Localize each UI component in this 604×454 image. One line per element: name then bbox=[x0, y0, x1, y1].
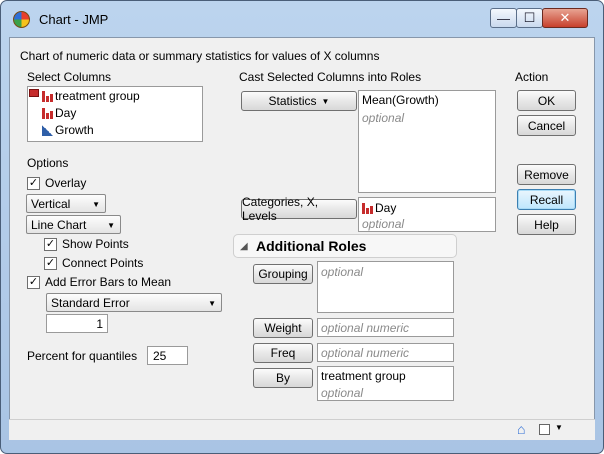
error-multiplier-input[interactable]: 1 bbox=[46, 314, 108, 333]
categories-button-label: Categories, X, Levels bbox=[242, 195, 319, 223]
freq-button[interactable]: Freq bbox=[253, 343, 313, 363]
close-icon: ✕ bbox=[559, 10, 571, 25]
checkbox-box: ✓ bbox=[27, 176, 40, 190]
maximize-button[interactable]: ☐ bbox=[516, 8, 543, 28]
quantiles-label: Percent for quantiles bbox=[27, 349, 138, 363]
help-button-label: Help bbox=[534, 217, 559, 232]
categories-optional-hint: optional bbox=[362, 217, 405, 231]
cast-roles-label: Cast Selected Columns into Roles bbox=[239, 70, 422, 84]
chart-dialog-window: Chart - JMP — ☐ ✕ Chart of numeric data … bbox=[0, 0, 604, 454]
statistics-role-list[interactable]: Mean(Growth) optional bbox=[358, 90, 496, 193]
checkbox-box: ✓ bbox=[27, 275, 40, 289]
by-optional-hint: optional bbox=[321, 386, 364, 400]
home-icon[interactable]: ⌂ bbox=[517, 421, 525, 437]
dropdown-arrow-icon: ▼ bbox=[321, 96, 330, 106]
statistics-optional-hint: optional bbox=[362, 111, 405, 125]
jmp-app-icon bbox=[13, 11, 30, 28]
categories-role-value[interactable]: Day bbox=[362, 201, 396, 215]
show-points-checkbox[interactable]: ✓ Show Points bbox=[44, 237, 129, 251]
maximize-icon: ☐ bbox=[523, 10, 536, 25]
additional-roles-header[interactable]: ◢ Additional Roles bbox=[233, 234, 457, 258]
cancel-button[interactable]: Cancel bbox=[517, 115, 576, 136]
weight-optional-hint: optional numeric bbox=[321, 321, 410, 335]
dropdown-arrow-icon: ▼ bbox=[208, 299, 216, 308]
options-label: Options bbox=[27, 156, 69, 170]
column-name: Growth bbox=[55, 123, 94, 137]
error-bars-checkbox[interactable]: ✓ Add Error Bars to Mean bbox=[27, 275, 171, 289]
column-item[interactable]: Growth bbox=[42, 123, 94, 137]
freq-optional-hint: optional numeric bbox=[321, 346, 410, 360]
freq-role-field[interactable]: optional numeric bbox=[317, 343, 454, 362]
column-name: treatment group bbox=[55, 89, 140, 103]
chart-type-select[interactable]: Line Chart ▼ bbox=[26, 215, 121, 234]
remove-button-label: Remove bbox=[524, 167, 569, 182]
continuous-column-icon bbox=[42, 124, 53, 136]
freq-button-label: Freq bbox=[270, 346, 296, 360]
help-button[interactable]: Help bbox=[517, 214, 576, 235]
minimize-button[interactable]: — bbox=[490, 8, 517, 28]
orientation-value: Vertical bbox=[31, 196, 71, 211]
categories-role-list[interactable]: Day optional bbox=[358, 197, 496, 232]
connect-points-checkbox[interactable]: ✓ Connect Points bbox=[44, 256, 143, 270]
categories-x-levels-button[interactable]: Categories, X, Levels bbox=[241, 195, 357, 223]
show-points-label: Show Points bbox=[62, 237, 129, 251]
nominal-column-icon bbox=[42, 107, 53, 119]
dialog-description: Chart of numeric data or summary statist… bbox=[20, 49, 380, 63]
chart-type-value: Line Chart bbox=[31, 217, 87, 232]
list-menu-icon[interactable] bbox=[29, 89, 39, 97]
grouping-button[interactable]: Grouping bbox=[253, 264, 313, 284]
categories-column-name: Day bbox=[375, 201, 397, 215]
quantiles-input[interactable]: 25 bbox=[147, 346, 188, 365]
grouping-optional-hint: optional bbox=[321, 265, 364, 279]
status-dropdown-icon[interactable]: ▼ bbox=[555, 423, 563, 432]
ok-button[interactable]: OK bbox=[517, 90, 576, 111]
status-bar: ⌂ ▼ bbox=[9, 419, 595, 440]
close-button[interactable]: ✕ bbox=[542, 8, 588, 28]
cancel-button-label: Cancel bbox=[527, 118, 566, 133]
overlay-label: Overlay bbox=[45, 176, 87, 190]
remove-button[interactable]: Remove bbox=[517, 164, 576, 185]
by-role-value[interactable]: treatment group bbox=[321, 369, 406, 383]
recall-button[interactable]: Recall bbox=[517, 189, 576, 210]
connect-points-label: Connect Points bbox=[62, 256, 144, 270]
recall-button-label: Recall bbox=[529, 192, 564, 207]
dropdown-arrow-icon: ▼ bbox=[92, 200, 100, 209]
column-name: Day bbox=[55, 106, 77, 120]
column-list[interactable]: treatment group Day Growth bbox=[27, 86, 203, 142]
by-button[interactable]: By bbox=[253, 368, 313, 388]
ok-button-label: OK bbox=[537, 93, 556, 108]
checkbox-box: ✓ bbox=[44, 256, 57, 270]
statistics-role-value[interactable]: Mean(Growth) bbox=[362, 93, 439, 107]
weight-role-field[interactable]: optional numeric bbox=[317, 318, 454, 337]
weight-button-label: Weight bbox=[264, 321, 302, 335]
error-type-value: Standard Error bbox=[51, 295, 130, 310]
disclosure-triangle-icon[interactable]: ◢ bbox=[240, 241, 248, 252]
statistics-button-label: Statistics bbox=[268, 94, 317, 108]
by-button-label: By bbox=[275, 371, 290, 385]
dropdown-arrow-icon: ▼ bbox=[107, 221, 115, 230]
weight-button[interactable]: Weight bbox=[253, 318, 313, 338]
dialog-client-area: Chart of numeric data or summary statist… bbox=[9, 37, 595, 440]
window-title: Chart - JMP bbox=[39, 12, 109, 27]
action-label: Action bbox=[515, 70, 549, 84]
column-item[interactable]: treatment group bbox=[42, 89, 140, 103]
statistics-button[interactable]: Statistics ▼ bbox=[241, 91, 357, 111]
column-item[interactable]: Day bbox=[42, 106, 76, 120]
overlay-checkbox[interactable]: ✓ Overlay bbox=[27, 176, 86, 190]
window-list-icon[interactable] bbox=[539, 424, 550, 435]
error-bars-label: Add Error Bars to Mean bbox=[45, 275, 172, 289]
checkbox-box: ✓ bbox=[44, 237, 57, 251]
grouping-role-list[interactable]: optional bbox=[317, 261, 454, 313]
grouping-button-label: Grouping bbox=[258, 267, 308, 281]
nominal-column-icon bbox=[42, 90, 53, 102]
title-bar[interactable]: Chart - JMP — ☐ ✕ bbox=[1, 1, 603, 37]
error-type-select[interactable]: Standard Error ▼ bbox=[46, 293, 222, 312]
select-columns-label: Select Columns bbox=[27, 70, 112, 84]
nominal-column-icon bbox=[362, 202, 373, 214]
by-role-list[interactable]: treatment group optional bbox=[317, 366, 454, 401]
orientation-select[interactable]: Vertical ▼ bbox=[26, 194, 106, 213]
minimize-icon: — bbox=[497, 10, 510, 26]
additional-roles-title: Additional Roles bbox=[256, 238, 367, 254]
